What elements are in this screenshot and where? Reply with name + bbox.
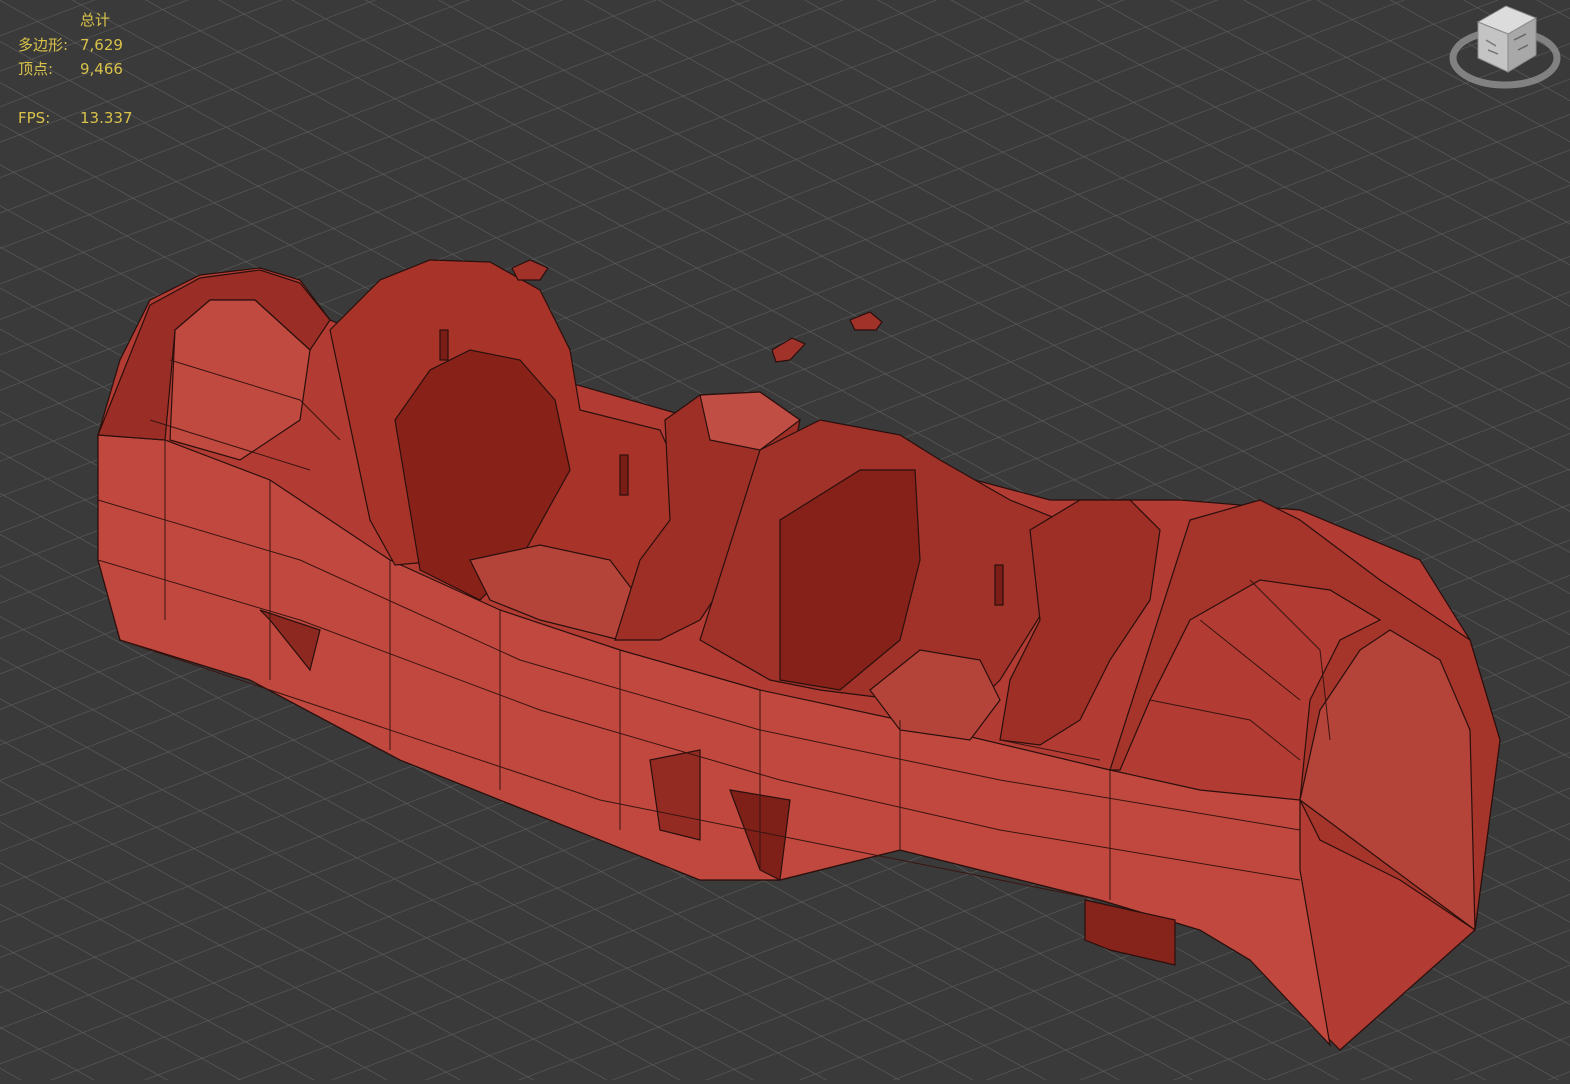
- vertices-label: 顶点:: [18, 60, 54, 78]
- stats-header: 总计: [80, 11, 111, 29]
- viewport-canvas[interactable]: [0, 0, 1570, 1080]
- fps-label: FPS:: [18, 109, 51, 127]
- vertices-row: 顶点: 9,466: [18, 57, 133, 82]
- polygons-row: 多边形: 7,629: [18, 33, 133, 58]
- vertices-value: 9,466: [80, 60, 123, 78]
- scene-statistics: 总计 多边形: 7,629 顶点: 9,466 FPS: 13.337: [18, 8, 133, 131]
- polygons-label: 多边形:: [18, 35, 69, 54]
- polygons-value: 7,629: [80, 35, 123, 54]
- stats-spacer: [18, 82, 133, 107]
- fps-value: 13.337: [80, 109, 133, 127]
- viewcube-icon[interactable]: [1448, 0, 1563, 98]
- 3d-viewport[interactable]: 总计 多边形: 7,629 顶点: 9,466 FPS: 13.337: [0, 0, 1570, 1080]
- fps-row: FPS: 13.337: [18, 106, 133, 131]
